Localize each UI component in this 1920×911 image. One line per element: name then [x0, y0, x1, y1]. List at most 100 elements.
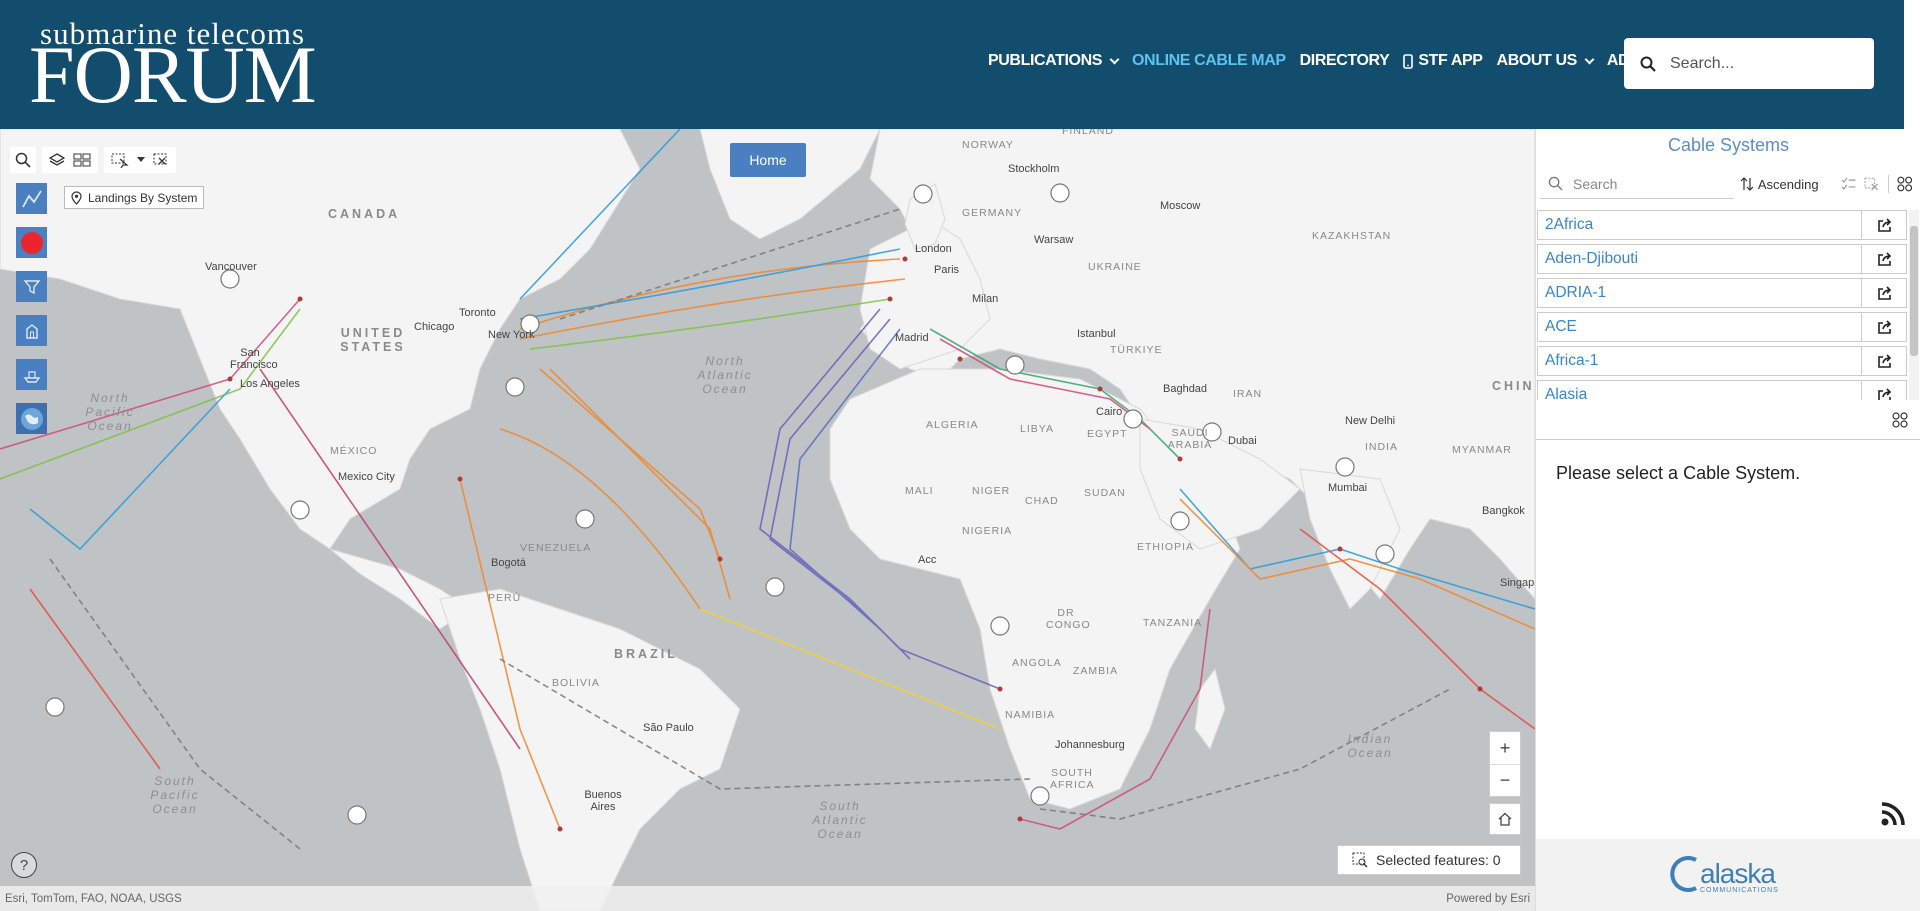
label-vancouver: Vancouver — [205, 261, 257, 273]
list-item[interactable]: Alasia — [1537, 380, 1907, 400]
world-basemap[interactable] — [0, 129, 1535, 911]
search-input[interactable] — [1670, 54, 1850, 73]
clear-selection-icon[interactable] — [153, 152, 169, 168]
chevron-down-icon — [1584, 54, 1595, 64]
globe-icon — [20, 407, 43, 430]
share-button[interactable] — [1861, 381, 1906, 400]
default-extent-button[interactable] — [1489, 803, 1521, 835]
share-icon — [1877, 217, 1891, 232]
basemap-gallery-icon[interactable] — [73, 152, 91, 168]
share-icon — [1877, 353, 1891, 368]
list-item[interactable]: ACE — [1537, 312, 1907, 342]
selected-features-button[interactable]: Selected features: 0 — [1337, 845, 1521, 875]
map-attribution: Esri, TomTom, FAO, NOAA, USGS Powered by… — [0, 886, 1535, 911]
nav-label: ABOUT US — [1496, 52, 1578, 69]
home-button[interactable]: Home — [730, 143, 806, 177]
cable-systems-list: 2Africa Aden-Djibouti ADRIA-1 ACE Africa… — [1537, 210, 1907, 400]
share-button[interactable] — [1861, 279, 1906, 307]
sponsor-swoosh-icon — [1670, 856, 1697, 892]
label-mali: MALI — [905, 485, 934, 497]
label-milan: Milan — [972, 293, 999, 305]
nav-stf-app[interactable]: STF APP — [1403, 52, 1483, 70]
sort-order-button[interactable]: Ascending — [1740, 177, 1819, 192]
cable-map[interactable]: CANADA UNITED STATES MÉXICO VENEZUELA PE… — [0, 129, 1535, 911]
share-button[interactable] — [1861, 347, 1906, 375]
list-item[interactable]: 2Africa — [1537, 210, 1907, 240]
share-button[interactable] — [1861, 211, 1906, 239]
share-button[interactable] — [1861, 313, 1906, 341]
label-ethiopia: ETHIOPIA — [1137, 541, 1195, 553]
grid-options-icon[interactable] — [1896, 176, 1912, 192]
label-dr-congo: DR CONGO — [1046, 607, 1091, 631]
panel-toolbar: Search Ascending — [1540, 169, 1912, 199]
nav-label: DIRECTORY — [1299, 52, 1390, 69]
panel-divider — [1536, 439, 1920, 440]
select-lasso-icon[interactable] — [111, 152, 129, 168]
label-germany: GERMANY — [962, 207, 1023, 219]
chevron-down-icon — [1109, 54, 1120, 64]
clear-selection-icon[interactable] — [1864, 177, 1879, 191]
nav-about-us[interactable]: ABOUT US — [1496, 52, 1595, 70]
cable-system-name[interactable]: Alasia — [1538, 381, 1861, 400]
share-button[interactable] — [1861, 245, 1906, 273]
label-paris: Paris — [934, 264, 960, 276]
basemap-globe-tool[interactable] — [16, 403, 47, 434]
scrollbar-thumb[interactable] — [1910, 226, 1918, 356]
cable-system-name[interactable]: Africa-1 — [1538, 347, 1861, 375]
label-zambia: ZAMBIA — [1073, 665, 1119, 677]
cable-system-name[interactable]: ACE — [1538, 313, 1861, 341]
label-canada: CANADA — [328, 207, 401, 221]
sponsor-footer: alaska COMMUNICATIONS — [1536, 839, 1920, 911]
cable-system-name[interactable]: Aden-Djibouti — [1538, 245, 1861, 273]
logo-forum[interactable]: FORUM — [29, 34, 317, 116]
help-button[interactable]: ? — [11, 852, 37, 878]
label-south-pacific: South Pacific Ocean — [150, 774, 200, 816]
select-all-icon[interactable] — [1841, 177, 1856, 191]
list-scrollbar[interactable] — [1909, 210, 1919, 400]
sponsor-name: alaska — [1700, 858, 1776, 889]
label-accra: Acc — [918, 554, 937, 566]
label-johannesburg: Johannesburg — [1055, 739, 1125, 751]
zoom-in-button[interactable]: + — [1490, 732, 1520, 764]
list-item[interactable]: Africa-1 — [1537, 346, 1907, 376]
cable-ship-tool[interactable] — [16, 359, 47, 390]
layers-icon[interactable] — [49, 152, 65, 168]
map-toolbar — [10, 147, 176, 173]
landing-points-tool[interactable] — [16, 227, 47, 258]
site-search[interactable] — [1624, 38, 1874, 89]
nav-publications[interactable]: PUBLICATIONS — [988, 52, 1120, 70]
alaska-communications-logo[interactable]: alaska COMMUNICATIONS — [1670, 854, 1778, 894]
cable-lines-tool[interactable] — [16, 183, 47, 214]
label-chad: CHAD — [1025, 495, 1059, 507]
landings-label: Landings By System — [88, 190, 198, 205]
label-buenos-aires: Buenos Aires — [584, 789, 622, 813]
cable-system-name[interactable]: 2Africa — [1538, 211, 1861, 239]
list-item[interactable]: ADRIA-1 — [1537, 278, 1907, 308]
map-search-button[interactable] — [10, 147, 36, 173]
label-ukraine: UKRAINE — [1088, 261, 1142, 273]
rss-icon[interactable] — [1879, 800, 1907, 828]
landings-by-system-button[interactable]: Landings By System — [64, 186, 205, 209]
label-moscow: Moscow — [1160, 200, 1201, 212]
panel-search-field[interactable]: Search — [1540, 169, 1734, 199]
list-item[interactable]: Aden-Djibouti — [1537, 244, 1907, 274]
label-warsaw: Warsaw — [1034, 234, 1074, 246]
nav-directory[interactable]: DIRECTORY — [1300, 52, 1390, 70]
zoom-out-button[interactable]: − — [1490, 764, 1520, 796]
powered-by-esri[interactable]: Powered by Esri — [1446, 893, 1530, 905]
filter-tool[interactable] — [16, 271, 47, 302]
search-icon — [1548, 176, 1563, 191]
label-sao-paulo: São Paulo — [643, 722, 694, 734]
label-india: INDIA — [1365, 441, 1399, 453]
sort-icon — [1740, 177, 1754, 191]
data-centers-tool[interactable] — [16, 315, 47, 346]
toolbar-divider — [1887, 175, 1889, 193]
sort-label: Ascending — [1757, 176, 1819, 192]
chevron-down-icon[interactable] — [137, 157, 145, 163]
cable-system-name[interactable]: ADRIA-1 — [1538, 279, 1861, 307]
label-egypt: EGYPT — [1087, 428, 1128, 440]
grid-options-icon[interactable] — [1892, 412, 1908, 428]
home-icon — [1498, 812, 1512, 826]
nav-online-cable-map[interactable]: ONLINE CABLE MAP — [1132, 52, 1286, 70]
label-istanbul: Istanbul — [1077, 328, 1116, 340]
